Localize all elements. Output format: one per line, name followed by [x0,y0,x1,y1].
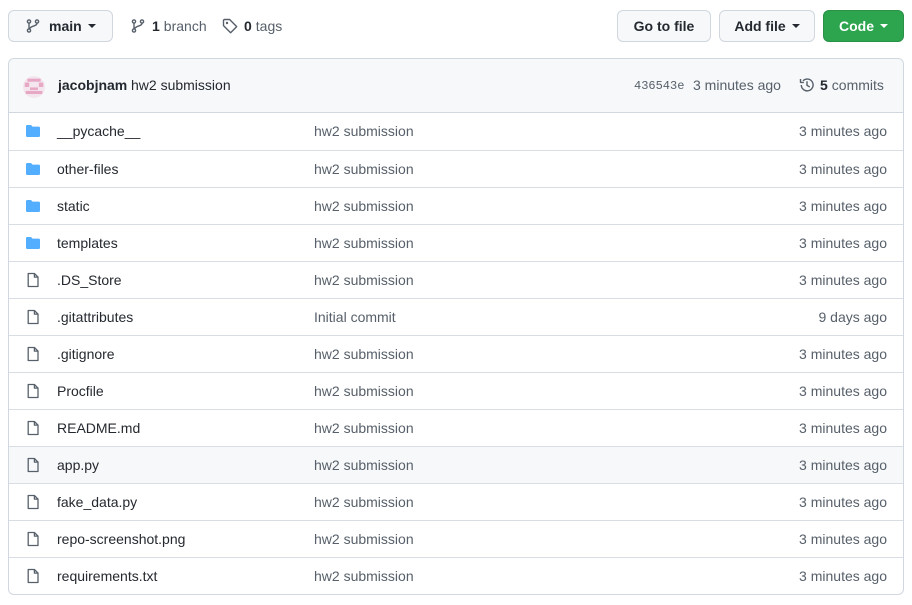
avatar[interactable] [23,76,45,98]
file-commit-message-link[interactable]: hw2 submission [314,457,414,473]
file-row[interactable]: repo-screenshot.png hw2 submission 3 minut… [9,520,903,557]
folder-icon [25,123,41,139]
folder-icon [25,161,41,177]
latest-commit-bar: jacobjnam hw2 submission 436543e 3 minut… [9,59,903,113]
file-browser: jacobjnam hw2 submission 436543e 3 minut… [8,58,904,595]
file-name-link[interactable]: fake_data.py [57,494,137,510]
file-row[interactable]: Procfile hw2 submission 3 minutes ago [9,372,903,409]
commit-author[interactable]: jacobjnam [58,77,127,93]
file-row[interactable]: .DS_Store hw2 submission 3 minutes ago [9,261,903,298]
file-commit-age: 3 minutes ago [799,494,887,510]
commit-label: commits [831,77,884,93]
file-icon [25,531,41,547]
chevron-down-icon [87,24,96,28]
file-icon [25,383,41,399]
file-commit-message-link[interactable]: hw2 submission [314,383,414,399]
file-commit-message-link[interactable]: hw2 submission [314,494,414,510]
file-commit-age: 9 days ago [818,309,888,325]
file-commit-message-link[interactable]: hw2 submission [314,123,414,139]
file-commit-message-link[interactable]: hw2 submission [314,346,414,362]
commit-message[interactable]: hw2 submission [131,77,231,93]
commit-time: 3 minutes ago [693,77,781,93]
file-row[interactable]: static hw2 submission 3 minutes ago [9,187,903,224]
git-branch-icon [26,19,40,33]
file-commit-message-link[interactable]: Initial commit [314,309,396,325]
file-commit-age: 3 minutes ago [799,161,887,177]
file-row[interactable]: __pycache__ hw2 submission 3 minutes ago [9,113,903,150]
file-icon [25,568,41,584]
file-commit-age: 3 minutes ago [799,198,887,214]
branch-name: main [49,18,82,34]
file-name-link[interactable]: templates [57,235,118,251]
add-file-label: Add file [734,18,786,34]
file-commit-message-link[interactable]: hw2 submission [314,272,414,288]
history-icon [799,78,814,92]
file-icon [25,494,41,510]
file-name-link[interactable]: .DS_Store [57,272,122,288]
git-branch-icon [131,19,145,33]
file-commit-age: 3 minutes ago [799,531,887,547]
file-commit-age: 3 minutes ago [799,457,887,473]
folder-icon [25,235,41,251]
tags-link[interactable]: 0 tags [222,10,282,42]
file-commit-message-link[interactable]: hw2 submission [314,235,414,251]
tag-icon [222,18,238,34]
tag-count: 0 [244,18,252,34]
file-name-link[interactable]: app.py [57,457,99,473]
branches-link[interactable]: 1 branch [130,10,207,42]
file-name-link[interactable]: README.md [57,420,140,436]
file-name-link[interactable]: other-files [57,161,118,177]
file-row[interactable]: templates hw2 submission 3 minutes ago [9,224,903,261]
file-row[interactable]: .gitattributes Initial commit 9 days ago [9,298,903,335]
branch-count: 1 [152,18,160,34]
file-row[interactable]: requirements.txt hw2 submission 3 minutes … [9,557,903,594]
file-icon [25,272,41,288]
file-commit-age: 3 minutes ago [799,272,887,288]
identicon-icon [24,78,44,95]
folder-icon [25,198,41,214]
file-row[interactable]: other-files hw2 submission 3 minutes ago [9,150,903,187]
tag-label: tags [255,18,283,34]
branch-select-button[interactable]: main [8,10,113,42]
file-row[interactable]: fake_data.py hw2 submission 3 minutes ago [9,483,903,520]
add-file-button[interactable]: Add file [719,10,815,42]
chevron-down-icon [791,24,800,28]
code-label: Code [839,18,874,34]
file-icon [25,309,41,325]
file-list: __pycache__ hw2 submission 3 minutes ago ot… [9,113,903,594]
commits-link[interactable]: 5 commits [799,77,884,93]
file-name-link[interactable]: requirements.txt [57,568,157,584]
file-name-link[interactable]: .gitignore [57,346,115,362]
code-button[interactable]: Code [823,10,904,42]
file-commit-message-link[interactable]: hw2 submission [314,420,414,436]
commit-sha[interactable]: 436543e [634,79,684,93]
file-commit-message-link[interactable]: hw2 submission [314,531,414,547]
chevron-down-icon [880,24,888,28]
go-to-file-button[interactable]: Go to file [617,10,711,42]
branch-label: branch [163,18,207,34]
file-commit-age: 3 minutes ago [799,123,887,139]
file-commit-age: 3 minutes ago [799,568,887,584]
repo-toolbar: main 1 branch 0 tags Go to file Add file… [8,10,904,42]
file-row[interactable]: .gitignore hw2 submission 3 minutes ago [9,335,903,372]
file-name-link[interactable]: static [57,198,90,214]
file-row[interactable]: app.py hw2 submission 3 minutes ago [9,446,903,483]
file-commit-age: 3 minutes ago [799,420,887,436]
file-icon [25,346,41,362]
file-commit-message-link[interactable]: hw2 submission [314,568,414,584]
file-commit-age: 3 minutes ago [799,235,887,251]
file-commit-age: 3 minutes ago [799,346,887,362]
file-commit-message-link[interactable]: hw2 submission [314,198,414,214]
file-icon [25,420,41,436]
file-name-link[interactable]: Procfile [57,383,104,399]
file-row[interactable]: README.md hw2 submission 3 minutes ago [9,409,903,446]
file-commit-message-link[interactable]: hw2 submission [314,161,414,177]
file-name-link[interactable]: .gitattributes [57,309,133,325]
commit-count: 5 [820,77,828,93]
file-icon [25,457,41,473]
file-commit-age: 3 minutes ago [799,383,887,399]
file-name-link[interactable]: repo-screenshot.png [57,531,185,547]
file-name-link[interactable]: __pycache__ [57,123,140,139]
